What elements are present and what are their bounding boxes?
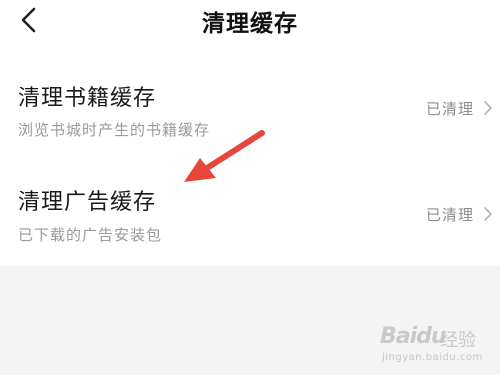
clear-ad-cache-item[interactable]: 清理广告缓存 已下载的广告安装包 已清理 [0, 154, 500, 266]
item-title: 清理书籍缓存 [18, 86, 157, 111]
watermark-label: 经验 [440, 330, 476, 351]
cache-settings-screen: 清理缓存 清理书籍缓存 浏览书城时产生的书籍缓存 已清理 清理广告缓存 已下载的… [0, 0, 500, 375]
clear-book-cache-item[interactable]: 清理书籍缓存 浏览书城时产生的书籍缓存 已清理 [0, 44, 500, 154]
chevron-right-icon [484, 101, 492, 115]
chevron-right-icon [484, 207, 492, 221]
cache-options-list: 清理书籍缓存 浏览书城时产生的书籍缓存 已清理 清理广告缓存 已下载的广告安装包… [0, 44, 500, 266]
item-description: 浏览书城时产生的书籍缓存 [18, 121, 211, 139]
top-bar: 清理缓存 [0, 0, 500, 44]
page-title: 清理缓存 [202, 11, 298, 37]
watermark-logo-text: Baidu [380, 324, 447, 349]
item-description: 已下载的广告安装包 [18, 226, 163, 244]
baidu-jingyan-watermark: Baidu 经验 jingyan.baidu.com [380, 318, 495, 370]
item-status: 已清理 [425, 206, 474, 224]
watermark-url: jingyan.baidu.com [382, 352, 483, 363]
item-title: 清理广告缓存 [18, 190, 157, 215]
item-status: 已清理 [425, 100, 474, 118]
